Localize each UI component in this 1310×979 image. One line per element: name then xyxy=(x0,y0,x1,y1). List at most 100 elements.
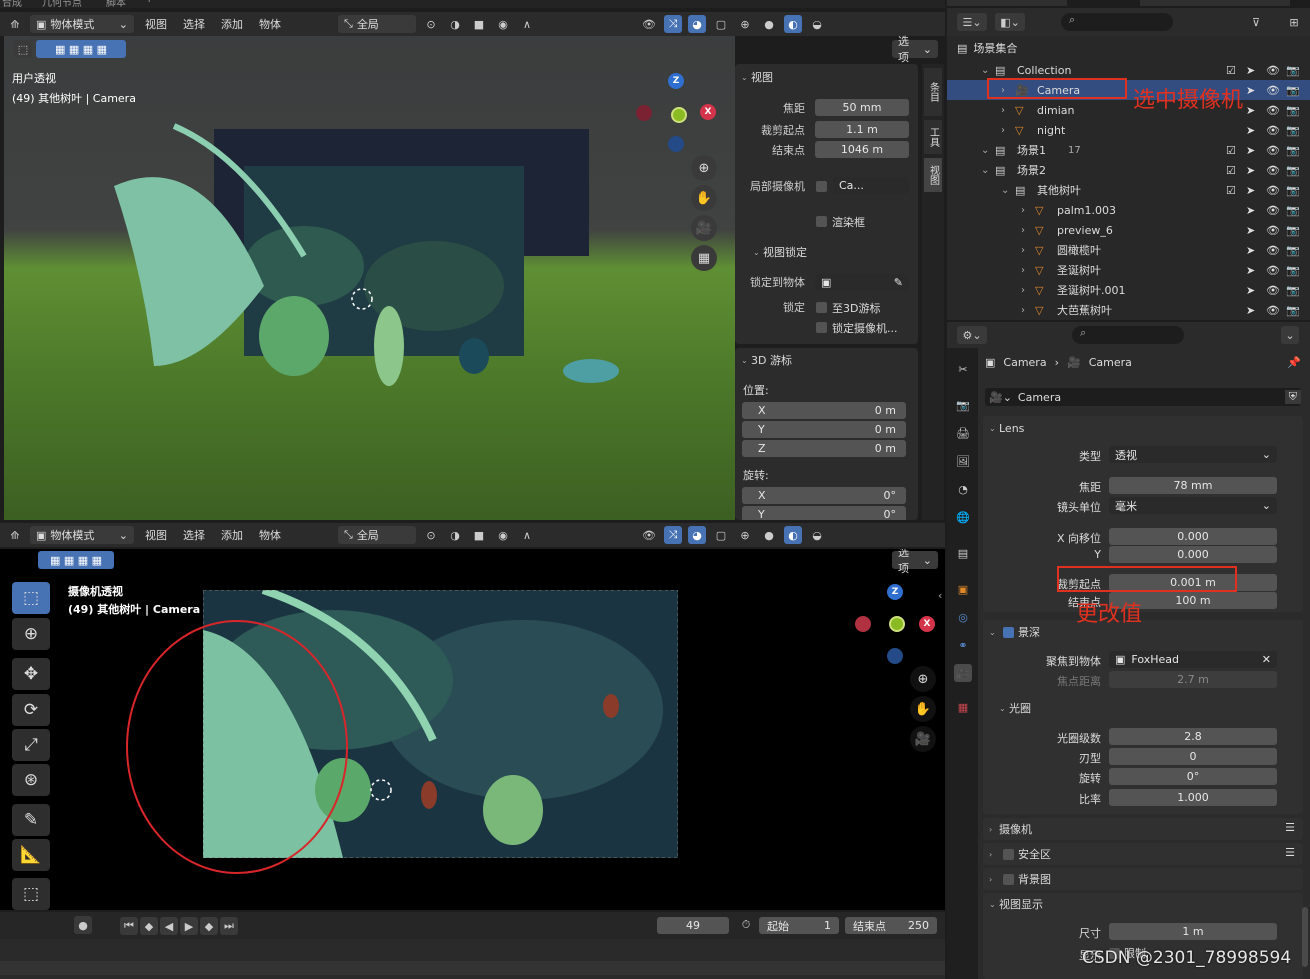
snap-target-icon[interactable]: ■ xyxy=(470,526,488,544)
outliner-row[interactable]: › ▽ palm1.003 ➤ 👁 📷 xyxy=(947,200,1310,220)
camera-view-icon[interactable]: 🎥 xyxy=(910,726,936,752)
options-dropdown-top[interactable]: 选项 ⌄ xyxy=(892,35,938,64)
select-arrow-icon[interactable]: ➤ xyxy=(1246,104,1260,117)
eye-icon[interactable]: 👁 xyxy=(1266,64,1280,77)
new-collection-icon[interactable]: ⊞ xyxy=(1285,13,1303,31)
fstop-field[interactable]: 2.8 xyxy=(1109,728,1277,745)
tab-compositing[interactable]: 合成 xyxy=(2,0,22,8)
lens-type-dropdown[interactable]: 透视 ⌄ xyxy=(1109,446,1277,463)
outliner-row[interactable]: › ▽ night ➤ 👁 📷 xyxy=(947,120,1310,140)
pan-hand-icon[interactable]: ✋ xyxy=(910,696,936,722)
eye-icon[interactable]: 👁 xyxy=(1266,184,1280,197)
snap-icon[interactable]: ◑ xyxy=(446,526,464,544)
lens-unit-dropdown[interactable]: 毫米 ⌄ xyxy=(1109,497,1277,514)
menu-select[interactable]: 选择 xyxy=(178,527,210,543)
render-camera-icon[interactable]: 📷 xyxy=(1286,224,1300,237)
gizmo-y-axis[interactable] xyxy=(889,616,905,632)
select-new-icon[interactable]: ▦ ▦ ▦ ▦ xyxy=(36,40,126,58)
bottom-3d-viewport[interactable]: ▦ ▦ ▦ ▦ 选项 ⌄ 摄像机透视 (49) 其他树叶 | Camera Z X… xyxy=(0,549,945,910)
select-arrow-icon[interactable]: ➤ xyxy=(1246,244,1260,257)
focus-object-field[interactable]: ▣ FoxHead ✕ xyxy=(1109,651,1277,668)
outliner-row[interactable]: › ▽ 圆橄榄叶 ➤ 👁 📷 xyxy=(947,240,1310,260)
menu-select[interactable]: 选择 xyxy=(178,16,210,32)
camera-datablock-field[interactable]: 🎥⌄ Camera ⛨ xyxy=(985,388,1301,406)
select-new-icon[interactable]: ▦ ▦ ▦ ▦ xyxy=(38,551,114,569)
render-camera-icon[interactable]: 📷 xyxy=(1286,64,1300,77)
add-cube-tool[interactable]: ⬚ xyxy=(12,878,50,910)
ratio-field[interactable]: 1.000 xyxy=(1109,789,1277,806)
tab-geometry-nodes[interactable]: 几何节点 xyxy=(42,0,82,8)
expand-arrow-icon[interactable]: › xyxy=(1021,225,1035,236)
outliner-row[interactable]: ⌄ ▤ 场景2 ☑ ➤ 👁 📷 xyxy=(947,160,1310,180)
eye-icon[interactable]: 👁 xyxy=(1266,284,1280,297)
expand-arrow-icon[interactable]: › xyxy=(1021,285,1035,296)
expand-arrow-icon[interactable]: ⌄ xyxy=(981,165,995,176)
zoom-icon[interactable]: ⊕ xyxy=(691,155,717,181)
cursor-rx-field[interactable]: X 0° xyxy=(742,487,906,504)
render-camera-icon[interactable]: 📷 xyxy=(1286,104,1300,117)
select-arrow-icon[interactable]: ➤ xyxy=(1246,164,1260,177)
eye-icon[interactable]: 👁 xyxy=(1266,304,1280,317)
collapse-arrow-icon[interactable]: ⌄ xyxy=(741,73,751,82)
gizmo-y-axis[interactable] xyxy=(671,107,687,123)
view-focal-field[interactable]: 50 mm xyxy=(815,99,909,116)
expand-arrow-icon[interactable]: ⌄ xyxy=(981,65,995,76)
select-arrow-icon[interactable]: ➤ xyxy=(1246,84,1260,97)
tab-item[interactable]: 条目 xyxy=(924,68,942,116)
xray-icon[interactable]: ▢ xyxy=(712,15,730,33)
select-arrow-icon[interactable]: ➤ xyxy=(1246,284,1260,297)
ortho-grid-icon[interactable]: ▦ xyxy=(691,245,717,271)
visibility-icon[interactable]: 👁 xyxy=(640,15,658,33)
menu-add[interactable]: 添加 xyxy=(216,16,248,32)
select-arrow-icon[interactable]: ➤ xyxy=(1246,64,1260,77)
select-box-tool[interactable]: ⬚ xyxy=(12,582,50,614)
outliner-row[interactable]: › ▽ 大芭蕉树叶 ➤ 👁 📷 xyxy=(947,300,1310,320)
lock-to-cursor-checkbox[interactable] xyxy=(816,302,827,313)
outliner-row[interactable]: › ▽ dimian ➤ 👁 📷 xyxy=(947,100,1310,120)
gizmo-z-axis[interactable]: Z xyxy=(887,584,903,600)
pivot-icon[interactable]: ⊙ xyxy=(422,15,440,33)
output-tab-icon[interactable]: 🖨 xyxy=(954,424,972,442)
select-arrow-icon[interactable]: ➤ xyxy=(1246,264,1260,277)
pan-hand-icon[interactable]: ✋ xyxy=(691,185,717,211)
render-camera-icon[interactable]: 📷 xyxy=(1286,284,1300,297)
cursor-ry-field[interactable]: Y 0° xyxy=(742,506,906,520)
focus-distance-field[interactable]: 2.7 m xyxy=(1109,671,1277,688)
checkbox[interactable] xyxy=(1226,124,1240,137)
camera-section[interactable]: › 摄像机 ☰ xyxy=(983,818,1303,840)
collapse-arrow-icon[interactable]: ⌄ xyxy=(753,248,763,257)
properties-scrollbar[interactable] xyxy=(1302,907,1308,967)
timeline-scrollbar[interactable] xyxy=(0,961,945,975)
focal-length-field[interactable]: 78 mm xyxy=(1109,477,1277,494)
timeline-ruler[interactable] xyxy=(0,939,945,979)
wireframe-shading-icon[interactable]: ⊕ xyxy=(736,15,754,33)
texture-tab-icon[interactable]: ▦ xyxy=(954,698,972,716)
collapse-arrow-icon[interactable]: ⌄ xyxy=(741,356,751,365)
render-tab-icon[interactable]: 📷 xyxy=(954,396,972,414)
render-camera-icon[interactable]: 📷 xyxy=(1286,124,1300,137)
blades-field[interactable]: 0 xyxy=(1109,748,1277,765)
gizmo-neg-x[interactable] xyxy=(855,616,871,632)
menu-add[interactable]: 添加 xyxy=(216,527,248,543)
camera-view-icon[interactable]: 🎥 xyxy=(691,215,717,241)
cursor-y-field[interactable]: Y0 m xyxy=(742,421,906,438)
safe-areas-checkbox[interactable] xyxy=(1003,848,1014,860)
gizmo-neg-z[interactable] xyxy=(887,648,903,664)
menu-view[interactable]: 视图 xyxy=(140,16,172,32)
pivot-icon[interactable]: ⊙ xyxy=(422,526,440,544)
outliner-row[interactable]: ⌄ ▤ 场景1 17 ☑ ➤ 👁 📷 xyxy=(947,140,1310,160)
tool-tab-icon[interactable]: ✂ xyxy=(954,360,972,378)
visibility-icon[interactable]: 👁 xyxy=(640,526,658,544)
falloff-icon[interactable]: ∧ xyxy=(518,526,536,544)
jump-start-icon[interactable]: ⏮ xyxy=(120,917,138,935)
prev-key-icon[interactable]: ◆ xyxy=(140,917,158,935)
scale-tool[interactable]: ⤢ xyxy=(12,729,50,761)
snap-target-icon[interactable]: ■ xyxy=(470,15,488,33)
snap-icon[interactable]: ◑ xyxy=(446,15,464,33)
move-tool[interactable]: ✥ xyxy=(12,658,50,690)
shift-y-field[interactable]: 0.000 xyxy=(1109,546,1277,563)
clock-icon[interactable]: ⏱ xyxy=(737,916,755,934)
lock-object-field[interactable]: ▣ ✎ xyxy=(815,274,909,291)
list-icon[interactable]: ☰ xyxy=(1285,821,1295,834)
annotate-tool[interactable]: ✎ xyxy=(12,804,50,836)
